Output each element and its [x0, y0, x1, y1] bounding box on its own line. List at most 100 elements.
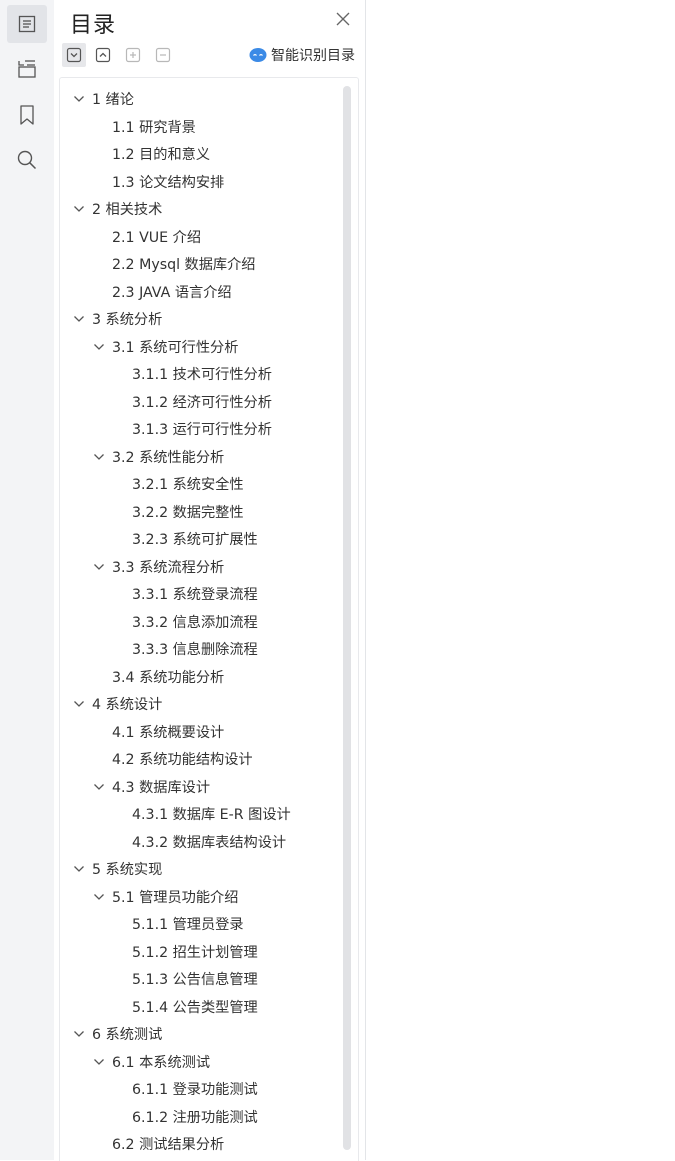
- toc-item[interactable]: 1.2 目的和意义: [112, 141, 210, 167]
- toc-item[interactable]: 6.1 本系统测试: [92, 1049, 210, 1075]
- toc-item[interactable]: 3.2.1 系统安全性: [132, 471, 244, 497]
- close-button[interactable]: [335, 11, 351, 27]
- toc-item-label: 5 系统实现: [92, 862, 163, 878]
- chevron-down-icon[interactable]: [72, 202, 86, 216]
- toc-item[interactable]: 6.1.1 登录功能测试: [132, 1076, 258, 1102]
- toc-item-label: 4.2 系统功能结构设计: [112, 752, 253, 768]
- toc-item[interactable]: 5.1 管理员功能介绍: [92, 884, 238, 910]
- bookmark-tab-button[interactable]: [7, 96, 47, 134]
- toc-item[interactable]: 3.1.1 技术可行性分析: [132, 361, 272, 387]
- side-rail: [0, 0, 55, 1160]
- toc-item[interactable]: 6.2 测试结果分析: [112, 1131, 224, 1157]
- chevron-down-icon[interactable]: [92, 560, 106, 574]
- remove-entry-button[interactable]: [151, 43, 175, 67]
- toc-item-label: 5.1.2 招生计划管理: [132, 944, 258, 961]
- toc-item-label: 2.1 VUE 介绍: [112, 229, 202, 246]
- toc-item[interactable]: 5.1.3 公告信息管理: [132, 966, 258, 992]
- toc-item[interactable]: 2.2 Mysql 数据库介绍: [112, 251, 256, 277]
- toc-item[interactable]: 4 系统设计: [72, 691, 162, 717]
- toc-item-label: 3.1.1 技术可行性分析: [132, 367, 272, 383]
- toc-panel: 目录 智能识别目录 1 绪论 1.1 研究背景 1.2 目的和意义 1.3 论文…: [54, 0, 366, 1161]
- toc-item-label: 6.2 测试结果分析: [112, 1137, 225, 1153]
- toc-item-label: 5.1.4 公告类型管理: [132, 999, 258, 1016]
- toc-item[interactable]: 5.1.4 公告类型管理: [132, 994, 258, 1020]
- toc-item-label: 6.1 本系统测试: [112, 1054, 211, 1071]
- toc-item-label: 4.3.1 数据库 E-R 图设计: [132, 807, 291, 823]
- toc-item[interactable]: 1 绪论: [72, 86, 134, 112]
- smart-recognize-label: 智能识别目录: [271, 48, 355, 64]
- toc-item[interactable]: 4.1 系统概要设计: [112, 719, 224, 745]
- toc-item-label: 3.2 系统性能分析: [112, 449, 225, 466]
- toc-item[interactable]: 4.3.2 数据库表结构设计: [132, 829, 286, 855]
- smart-recognize-button[interactable]: 智能识别目录: [249, 45, 355, 65]
- toc-item[interactable]: 3.1 系统可行性分析: [92, 334, 238, 360]
- toc-item-label: 2.3 JAVA 语言介绍: [112, 284, 232, 301]
- toc-item-label: 4.3 数据库设计: [112, 779, 211, 796]
- toc-item[interactable]: 5.1.1 管理员登录: [132, 911, 244, 937]
- search-tab-button[interactable]: [7, 141, 47, 179]
- toc-item[interactable]: 2 相关技术: [72, 196, 162, 222]
- toc-item[interactable]: 3.1.2 经济可行性分析: [132, 389, 272, 415]
- add-entry-button[interactable]: [121, 43, 145, 67]
- toc-item-label: 1.2 目的和意义: [112, 147, 211, 163]
- toc-item-label: 3.2.3 系统可扩展性: [132, 532, 258, 548]
- toc-item[interactable]: 3.3 系统流程分析: [92, 554, 224, 580]
- toc-item[interactable]: 4.3 数据库设计: [92, 774, 210, 800]
- toc-item[interactable]: 3.4 系统功能分析: [112, 664, 224, 690]
- toc-item[interactable]: 3.1.3 运行可行性分析: [132, 416, 272, 442]
- chevron-down-icon[interactable]: [92, 1055, 106, 1069]
- toc-item[interactable]: 3.2.2 数据完整性: [132, 499, 244, 525]
- toc-item-label: 6.1.1 登录功能测试: [132, 1082, 258, 1098]
- toc-item[interactable]: 2.3 JAVA 语言介绍: [112, 279, 232, 305]
- toc-item[interactable]: 3.3.2 信息添加流程: [132, 609, 258, 635]
- chevron-down-icon[interactable]: [72, 312, 86, 326]
- toc-item-label: 3.4 系统功能分析: [112, 669, 225, 686]
- minus-icon: [155, 47, 171, 63]
- toc-item[interactable]: 5 系统实现: [72, 856, 162, 882]
- toc-item[interactable]: 4.3.1 数据库 E-R 图设计: [132, 801, 291, 827]
- toc-item-label: 6.1.2 注册功能测试: [132, 1109, 258, 1126]
- toc-item-label: 6 系统测试: [92, 1027, 163, 1043]
- toc-item[interactable]: 2.1 VUE 介绍: [112, 224, 201, 250]
- toc-item[interactable]: 3.3.1 系统登录流程: [132, 581, 258, 607]
- toc-item[interactable]: 1.3 论文结构安排: [112, 169, 224, 195]
- chevron-down-icon[interactable]: [92, 780, 106, 794]
- outline-tab-button[interactable]: [7, 50, 47, 88]
- chevron-down-icon[interactable]: [72, 92, 86, 106]
- chevron-down-icon[interactable]: [72, 697, 86, 711]
- toc-item[interactable]: 3.3.3 信息删除流程: [132, 636, 258, 662]
- toc-item-label: 1.3 论文结构安排: [112, 174, 225, 191]
- toc-item-label: 3.2.2 数据完整性: [132, 504, 244, 521]
- toc-tab-button[interactable]: [7, 5, 47, 43]
- toc-item-label: 3.3.1 系统登录流程: [132, 587, 258, 603]
- toc-item-label: 5.1 管理员功能介绍: [112, 889, 239, 906]
- chevron-down-icon[interactable]: [92, 890, 106, 904]
- collapse-all-button[interactable]: [91, 43, 115, 67]
- collapse-all-icon: [95, 47, 111, 63]
- toc-item-label: 4 系统设计: [92, 697, 163, 713]
- toc-item-label: 3.1.3 运行可行性分析: [132, 422, 272, 438]
- toc-item[interactable]: 3 系统分析: [72, 306, 162, 332]
- chevron-down-icon[interactable]: [92, 340, 106, 354]
- chevron-down-icon[interactable]: [92, 450, 106, 464]
- toc-item[interactable]: 3.2.3 系统可扩展性: [132, 526, 258, 552]
- toc-item[interactable]: 6.1.2 注册功能测试: [132, 1104, 258, 1130]
- toc-item[interactable]: 5.1.2 招生计划管理: [132, 939, 258, 965]
- panel-title: 目录: [70, 13, 117, 38]
- chevron-down-icon[interactable]: [72, 862, 86, 876]
- search-icon: [17, 150, 37, 170]
- toc-item-label: 2 相关技术: [92, 202, 163, 218]
- toc-item-label: 5.1.1 管理员登录: [132, 917, 244, 933]
- toc-item[interactable]: 3.2 系统性能分析: [92, 444, 224, 470]
- chevron-down-icon[interactable]: [72, 1027, 86, 1041]
- scrollbar[interactable]: [343, 86, 351, 1154]
- expand-all-button[interactable]: [62, 43, 86, 67]
- scrollbar-thumb[interactable]: [343, 86, 351, 1150]
- toc-item-label: 3.3 系统流程分析: [112, 559, 225, 576]
- outline-tree-icon: [18, 60, 36, 78]
- toc-item-label: 4.1 系统概要设计: [112, 724, 225, 741]
- toc-item[interactable]: 4.2 系统功能结构设计: [112, 746, 253, 772]
- toc-item[interactable]: 1.1 研究背景: [112, 114, 196, 140]
- toc-item-label: 3 系统分析: [92, 312, 163, 328]
- toc-item[interactable]: 6 系统测试: [72, 1021, 162, 1047]
